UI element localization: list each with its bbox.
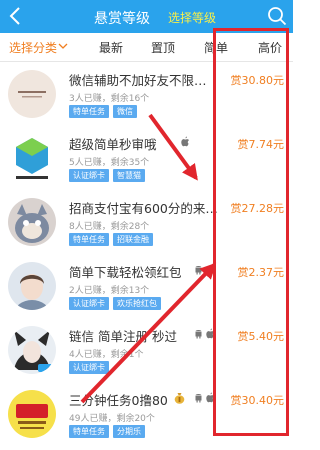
money-bag-icon	[174, 393, 185, 404]
android-icon	[195, 394, 202, 403]
task-tag: 认证绑卡	[69, 297, 109, 310]
task-tag: 招联金融	[113, 233, 153, 246]
task-avatar	[8, 134, 56, 182]
filter-pinned[interactable]: 置顶	[151, 39, 175, 56]
task-title: 招商支付宝有600分的来…	[69, 201, 218, 216]
task-reward: 赏5.40元	[237, 330, 285, 343]
filter-newest[interactable]: 最新	[99, 39, 123, 56]
task-reward: 赏2.37元	[237, 266, 285, 279]
task-tag: 欢乐抢红包	[113, 297, 161, 310]
task-row[interactable]: 微信辅助不加好友不限… 3人已赚，剩余16个 特单任务 微信 赏30.80元	[0, 62, 293, 127]
task-row[interactable]: 三分钟任务0撸80 49人已赚，剩余20个 特单任务 分期乐 赏30.40元	[0, 382, 293, 446]
task-stats: 8人已赚，剩余28个	[69, 222, 150, 232]
task-avatar	[8, 262, 56, 310]
android-icon	[195, 266, 202, 275]
task-tag: 微信	[113, 105, 137, 118]
task-avatar	[8, 326, 56, 374]
task-tags: 特单任务 招联金融	[69, 233, 157, 247]
header-bar: 悬赏等级 选择等级	[0, 0, 293, 33]
task-stats: 49人已赚，剩余20个	[69, 414, 155, 424]
task-list: 微信辅助不加好友不限… 3人已赚，剩余16个 特单任务 微信 赏30.80元 超级…	[0, 62, 293, 450]
task-tags: 认证绑卡 智慧猫	[69, 169, 149, 183]
task-tag: 认证绑卡	[69, 361, 109, 374]
task-reward: 赏27.28元	[230, 202, 285, 215]
filter-simple[interactable]: 简单	[204, 39, 228, 56]
task-tag: 特单任务	[69, 105, 109, 118]
task-stats: 5人已赚，剩余35个	[69, 158, 150, 168]
apple-icon	[206, 392, 214, 403]
task-tag: 认证绑卡	[69, 169, 109, 182]
page-title: 悬赏等级	[94, 11, 150, 27]
task-row[interactable]: 链信 简单注册 秒过 4人已赚，剩余1个 认证绑卡 赏5.40元	[0, 318, 293, 383]
android-icon	[195, 330, 202, 339]
filter-high-price[interactable]: 高价	[258, 39, 282, 56]
task-reward: 赏7.74元	[237, 138, 285, 151]
task-title: 微信辅助不加好友不限…	[69, 73, 207, 88]
task-stats: 2人已赚，剩余13个	[69, 286, 150, 296]
search-icon[interactable]	[266, 5, 288, 27]
task-stats: 4人已赚，剩余1个	[69, 350, 144, 360]
filter-category[interactable]: 选择分类	[9, 39, 57, 56]
level-selector[interactable]: 选择等级	[168, 9, 216, 26]
task-avatar	[8, 198, 56, 246]
apple-icon	[206, 264, 214, 275]
task-stats: 3人已赚，剩余16个	[69, 94, 150, 104]
task-avatar	[8, 70, 56, 118]
task-row[interactable]: 简单下载轻松领红包 2人已赚，剩余13个 认证绑卡 欢乐抢红包 赏2.37元	[0, 254, 293, 319]
apple-icon	[206, 328, 214, 339]
task-reward: 赏30.80元	[230, 74, 285, 87]
task-title: 超级简单秒审哦	[69, 137, 157, 152]
task-row[interactable]: 招商支付宝有600分的来… 8人已赚，剩余28个 特单任务 招联金融 赏27.28…	[0, 190, 293, 255]
back-arrow-icon[interactable]	[4, 4, 28, 28]
task-tag: 特单任务	[69, 425, 109, 438]
task-avatar	[8, 390, 56, 438]
filter-bar: 选择分类 最新 置顶 简单 高价	[0, 33, 293, 62]
task-tags: 特单任务 分期乐	[69, 425, 149, 439]
task-tag: 智慧猫	[113, 169, 145, 182]
task-reward: 赏30.40元	[230, 394, 285, 407]
task-tag: 分期乐	[113, 425, 145, 438]
task-tag: 特单任务	[69, 233, 109, 246]
task-tags: 特单任务 微信	[69, 105, 141, 119]
apple-icon	[181, 136, 189, 147]
task-row[interactable]: 超级简单秒审哦 5人已赚，剩余35个 认证绑卡 智慧猫 赏7.74元	[0, 126, 293, 191]
chevron-down-icon	[58, 43, 68, 49]
task-tags: 认证绑卡	[69, 361, 113, 375]
task-tags: 认证绑卡 欢乐抢红包	[69, 297, 165, 311]
